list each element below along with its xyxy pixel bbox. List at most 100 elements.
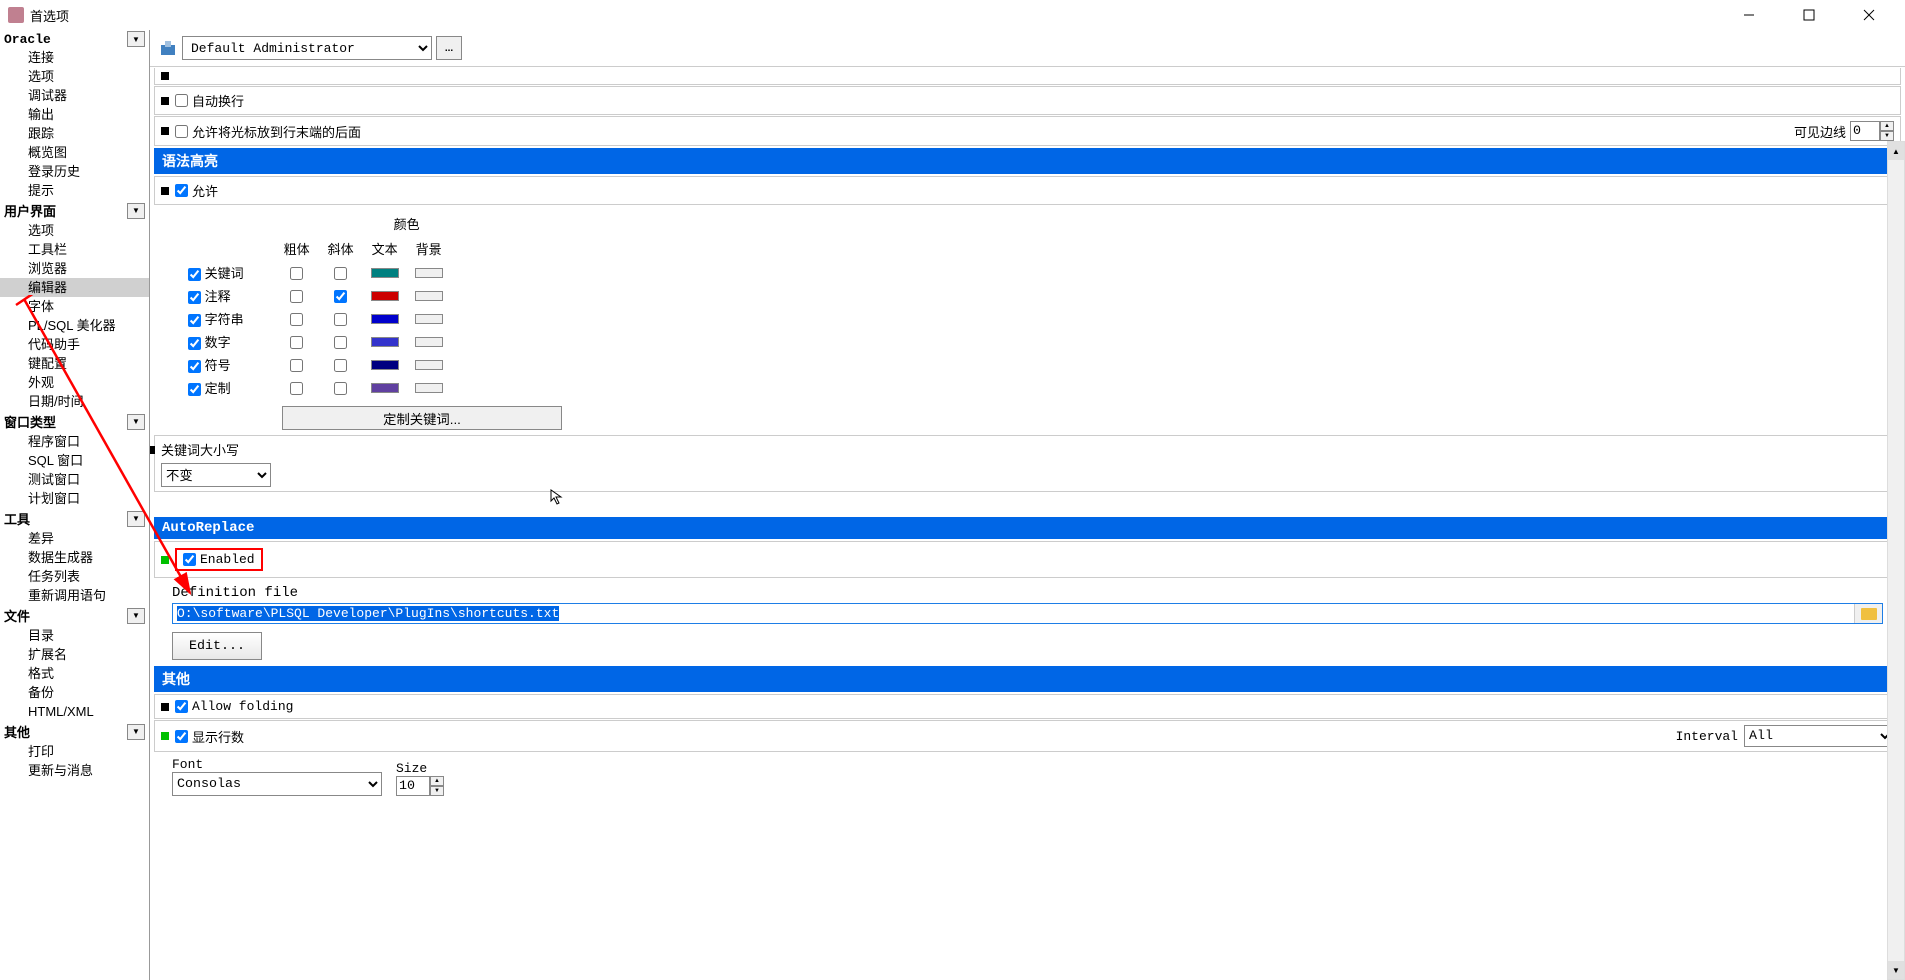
chevron-down-icon[interactable]: ▼	[127, 608, 145, 624]
bold-checkbox[interactable]	[290, 382, 303, 395]
sidebar-category[interactable]: 工具▼	[0, 508, 149, 529]
size-input[interactable]	[396, 776, 430, 796]
spin-down[interactable]: ▼	[1880, 131, 1894, 141]
sidebar-item[interactable]: 数据生成器	[0, 548, 149, 567]
sidebar-item[interactable]: 日期/时间	[0, 392, 149, 411]
sidebar-category[interactable]: 其他▼	[0, 721, 149, 742]
toolbar-more-button[interactable]: ...	[436, 36, 462, 60]
edit-button[interactable]: Edit...	[172, 632, 262, 660]
bg-color-swatch[interactable]	[415, 268, 443, 278]
bold-checkbox[interactable]	[290, 290, 303, 303]
scroll-up-button[interactable]: ▲	[1888, 142, 1904, 160]
sidebar-item[interactable]: 选项	[0, 67, 149, 86]
italic-checkbox[interactable]	[334, 382, 347, 395]
chevron-down-icon[interactable]: ▼	[127, 724, 145, 740]
sidebar-item[interactable]: 差异	[0, 529, 149, 548]
keyword-case-select[interactable]: 不变	[161, 463, 271, 487]
spin-up[interactable]: ▲	[1880, 121, 1894, 131]
allow-folding-checkbox[interactable]	[175, 700, 188, 713]
italic-checkbox[interactable]	[334, 267, 347, 280]
sidebar-item[interactable]: HTML/XML	[0, 702, 149, 721]
interval-select[interactable]: All	[1744, 725, 1894, 747]
sidebar-item[interactable]: 备份	[0, 683, 149, 702]
chevron-down-icon[interactable]: ▼	[127, 203, 145, 219]
show-lines-checkbox[interactable]	[175, 730, 188, 743]
sidebar-item[interactable]: 登录历史	[0, 162, 149, 181]
bold-checkbox[interactable]	[290, 267, 303, 280]
bold-checkbox[interactable]	[290, 336, 303, 349]
syntax-row[interactable]: 注释	[188, 289, 231, 304]
bg-color-swatch[interactable]	[415, 360, 443, 370]
auto-wrap-checkbox[interactable]	[175, 94, 188, 107]
close-button[interactable]	[1851, 3, 1887, 27]
syntax-row[interactable]: 符号	[188, 358, 231, 373]
sidebar-item[interactable]: 编辑器	[0, 278, 149, 297]
text-color-swatch[interactable]	[371, 383, 399, 393]
sidebar-item[interactable]: 浏览器	[0, 259, 149, 278]
sidebar-item[interactable]: 格式	[0, 664, 149, 683]
browse-button[interactable]	[1854, 604, 1882, 623]
sidebar-item[interactable]: 调试器	[0, 86, 149, 105]
sidebar-item[interactable]: 任务列表	[0, 567, 149, 586]
sidebar-item[interactable]: SQL 窗口	[0, 451, 149, 470]
cursor-allow-checkbox[interactable]	[175, 125, 188, 138]
sidebar-item[interactable]: 提示	[0, 181, 149, 200]
spin-down[interactable]: ▼	[430, 786, 444, 796]
sidebar-item[interactable]: 跟踪	[0, 124, 149, 143]
chevron-down-icon[interactable]: ▼	[127, 511, 145, 527]
bold-checkbox[interactable]	[290, 313, 303, 326]
bg-color-swatch[interactable]	[415, 314, 443, 324]
sidebar-item[interactable]: 工具栏	[0, 240, 149, 259]
autoreplace-enabled-checkbox[interactable]	[183, 553, 196, 566]
sidebar-item[interactable]: 代码助手	[0, 335, 149, 354]
bg-color-swatch[interactable]	[415, 291, 443, 301]
sidebar-item[interactable]: 程序窗口	[0, 432, 149, 451]
visible-border-input[interactable]	[1850, 121, 1880, 141]
sidebar-item[interactable]: 输出	[0, 105, 149, 124]
chevron-down-icon[interactable]: ▼	[127, 31, 145, 47]
sidebar-item[interactable]: 测试窗口	[0, 470, 149, 489]
sidebar-item[interactable]: 外观	[0, 373, 149, 392]
custom-keyword-button[interactable]: 定制关键词...	[282, 406, 562, 430]
sidebar-item[interactable]: 键配置	[0, 354, 149, 373]
text-color-swatch[interactable]	[371, 314, 399, 324]
italic-checkbox[interactable]	[334, 313, 347, 326]
definition-file-input[interactable]: O:\software\PLSQL Developer\PlugIns\shor…	[173, 604, 1854, 623]
sidebar-item[interactable]: 目录	[0, 626, 149, 645]
sidebar-category[interactable]: 用户界面▼	[0, 200, 149, 221]
bold-checkbox[interactable]	[290, 359, 303, 372]
bg-color-swatch[interactable]	[415, 383, 443, 393]
text-color-swatch[interactable]	[371, 360, 399, 370]
chevron-down-icon[interactable]: ▼	[127, 414, 145, 430]
italic-checkbox[interactable]	[334, 336, 347, 349]
text-color-swatch[interactable]	[371, 291, 399, 301]
sidebar-item[interactable]: 选项	[0, 221, 149, 240]
sidebar-category[interactable]: 文件▼	[0, 605, 149, 626]
syntax-row[interactable]: 数字	[188, 335, 231, 350]
syntax-row[interactable]: 关键词	[188, 266, 244, 281]
maximize-button[interactable]	[1791, 3, 1827, 27]
italic-checkbox[interactable]	[334, 290, 347, 303]
sidebar-item[interactable]: 字体	[0, 297, 149, 316]
syntax-row[interactable]: 定制	[188, 381, 231, 396]
sidebar-item[interactable]: 连接	[0, 48, 149, 67]
admin-select[interactable]: Default Administrator	[182, 36, 432, 60]
bg-color-swatch[interactable]	[415, 337, 443, 347]
sidebar-item[interactable]: 打印	[0, 742, 149, 761]
text-color-swatch[interactable]	[371, 337, 399, 347]
font-select[interactable]: Consolas	[172, 772, 382, 796]
sidebar-item[interactable]: 概览图	[0, 143, 149, 162]
sidebar-category[interactable]: 窗口类型▼	[0, 411, 149, 432]
sidebar-item[interactable]: 扩展名	[0, 645, 149, 664]
sidebar-item[interactable]: PL/SQL 美化器	[0, 316, 149, 335]
syntax-row[interactable]: 字符串	[188, 312, 244, 327]
sidebar-item[interactable]: 计划窗口	[0, 489, 149, 508]
vertical-scrollbar[interactable]: ▲ ▼	[1887, 141, 1905, 980]
scroll-down-button[interactable]: ▼	[1888, 961, 1904, 979]
sidebar-category[interactable]: Oracle▼	[0, 30, 149, 48]
syntax-allow-checkbox[interactable]	[175, 184, 188, 197]
minimize-button[interactable]	[1731, 3, 1767, 27]
spin-up[interactable]: ▲	[430, 776, 444, 786]
sidebar-item[interactable]: 重新调用语句	[0, 586, 149, 605]
italic-checkbox[interactable]	[334, 359, 347, 372]
